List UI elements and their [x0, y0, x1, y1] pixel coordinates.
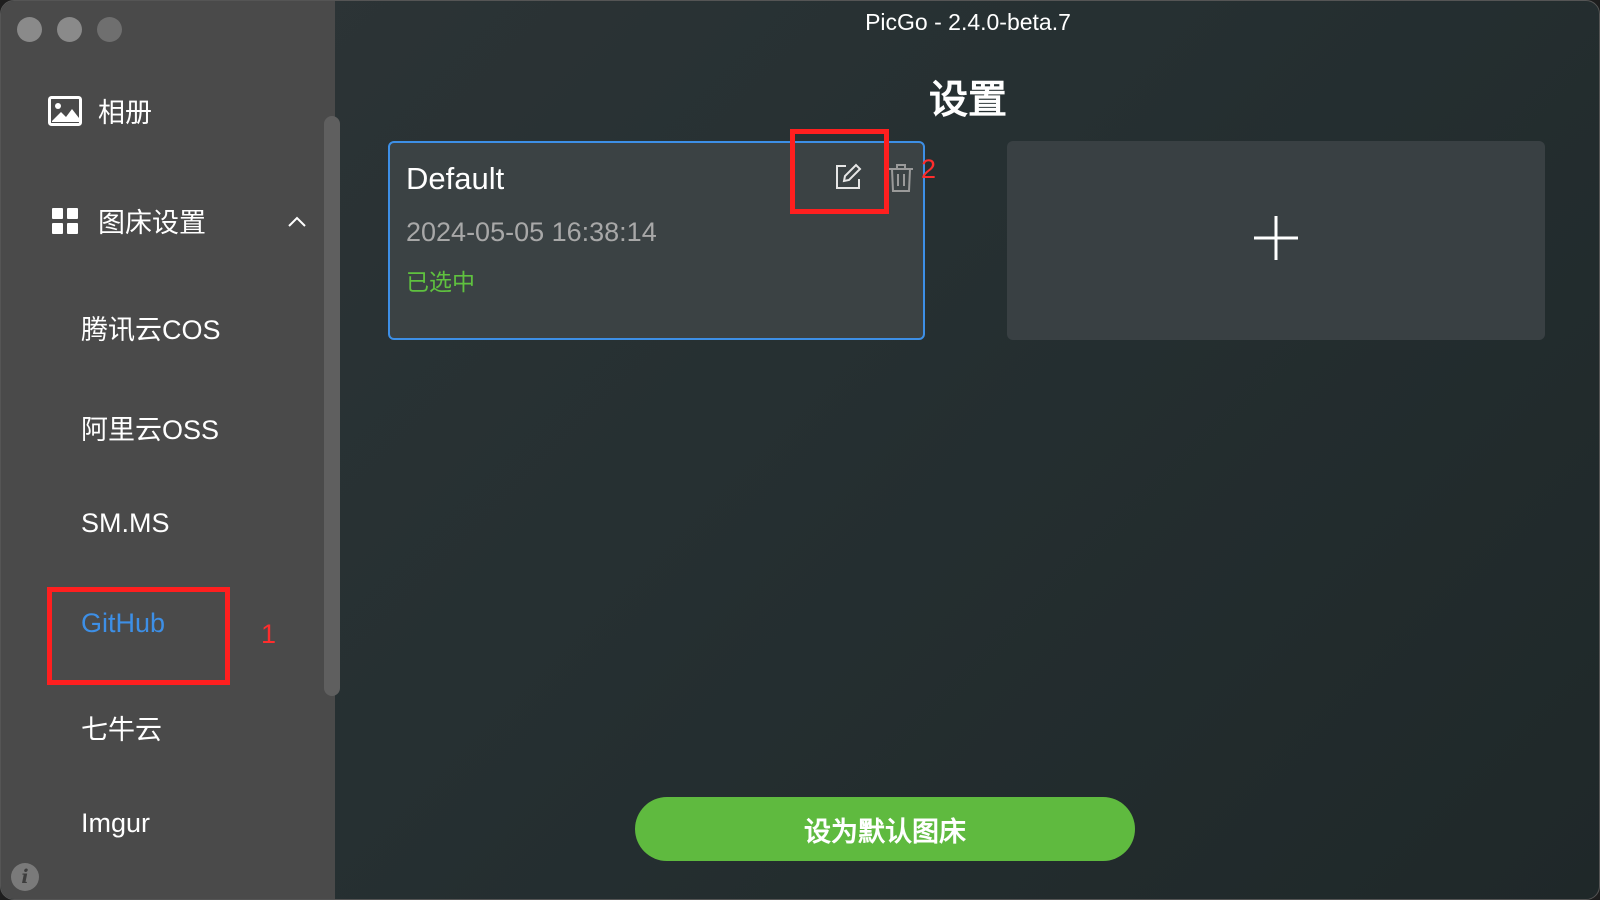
annotation-box-edit	[790, 129, 889, 214]
annotation-number-1: 1	[261, 619, 277, 649]
sidebar-item-label: 图床设置	[98, 208, 206, 238]
sidebar-item-label: 相册	[98, 98, 152, 128]
minimize-window-button[interactable]	[57, 17, 82, 42]
annotation-box-github	[47, 587, 230, 685]
sidebar-item-imgur[interactable]: Imgur	[81, 808, 150, 839]
trash-icon[interactable]	[887, 162, 915, 194]
zoom-window-button[interactable]	[97, 17, 122, 42]
sidebar-item-album[interactable]: 相册	[48, 91, 152, 130]
app-window: 相册 图床设置 腾讯云COS 阿里云OSS SM.MS GitHub 七牛云 I…	[0, 0, 1600, 900]
window-title: PicGo - 2.4.0-beta.7	[865, 9, 1071, 35]
add-config-card[interactable]	[1007, 141, 1545, 340]
page-title: 设置	[928, 79, 1007, 122]
image-icon	[48, 94, 82, 128]
sidebar: 相册 图床设置 腾讯云COS 阿里云OSS SM.MS GitHub 七牛云 I…	[1, 1, 340, 899]
config-name: Default	[406, 161, 505, 196]
chevron-up-icon[interactable]	[286, 205, 308, 236]
info-icon[interactable]: i	[11, 863, 39, 891]
window-controls	[17, 17, 122, 42]
annotation-number-2: 2	[921, 154, 937, 184]
set-default-picbed-button[interactable]: 设为默认图床	[635, 797, 1135, 861]
config-date: 2024-05-05 16:38:14	[406, 217, 657, 247]
sidebar-item-qiniu[interactable]: 七牛云	[81, 708, 162, 747]
sidebar-item-smms[interactable]: SM.MS	[81, 508, 170, 539]
close-window-button[interactable]	[17, 17, 42, 42]
sidebar-item-aliyun-oss[interactable]: 阿里云OSS	[81, 408, 219, 447]
grid-icon	[48, 204, 82, 238]
config-status: 已选中	[406, 269, 475, 295]
sidebar-scrollbar[interactable]	[324, 116, 340, 696]
sidebar-item-picbed-settings[interactable]: 图床设置	[48, 201, 308, 240]
sidebar-item-tencent-cos[interactable]: 腾讯云COS	[81, 308, 221, 347]
plus-icon	[1252, 214, 1300, 267]
